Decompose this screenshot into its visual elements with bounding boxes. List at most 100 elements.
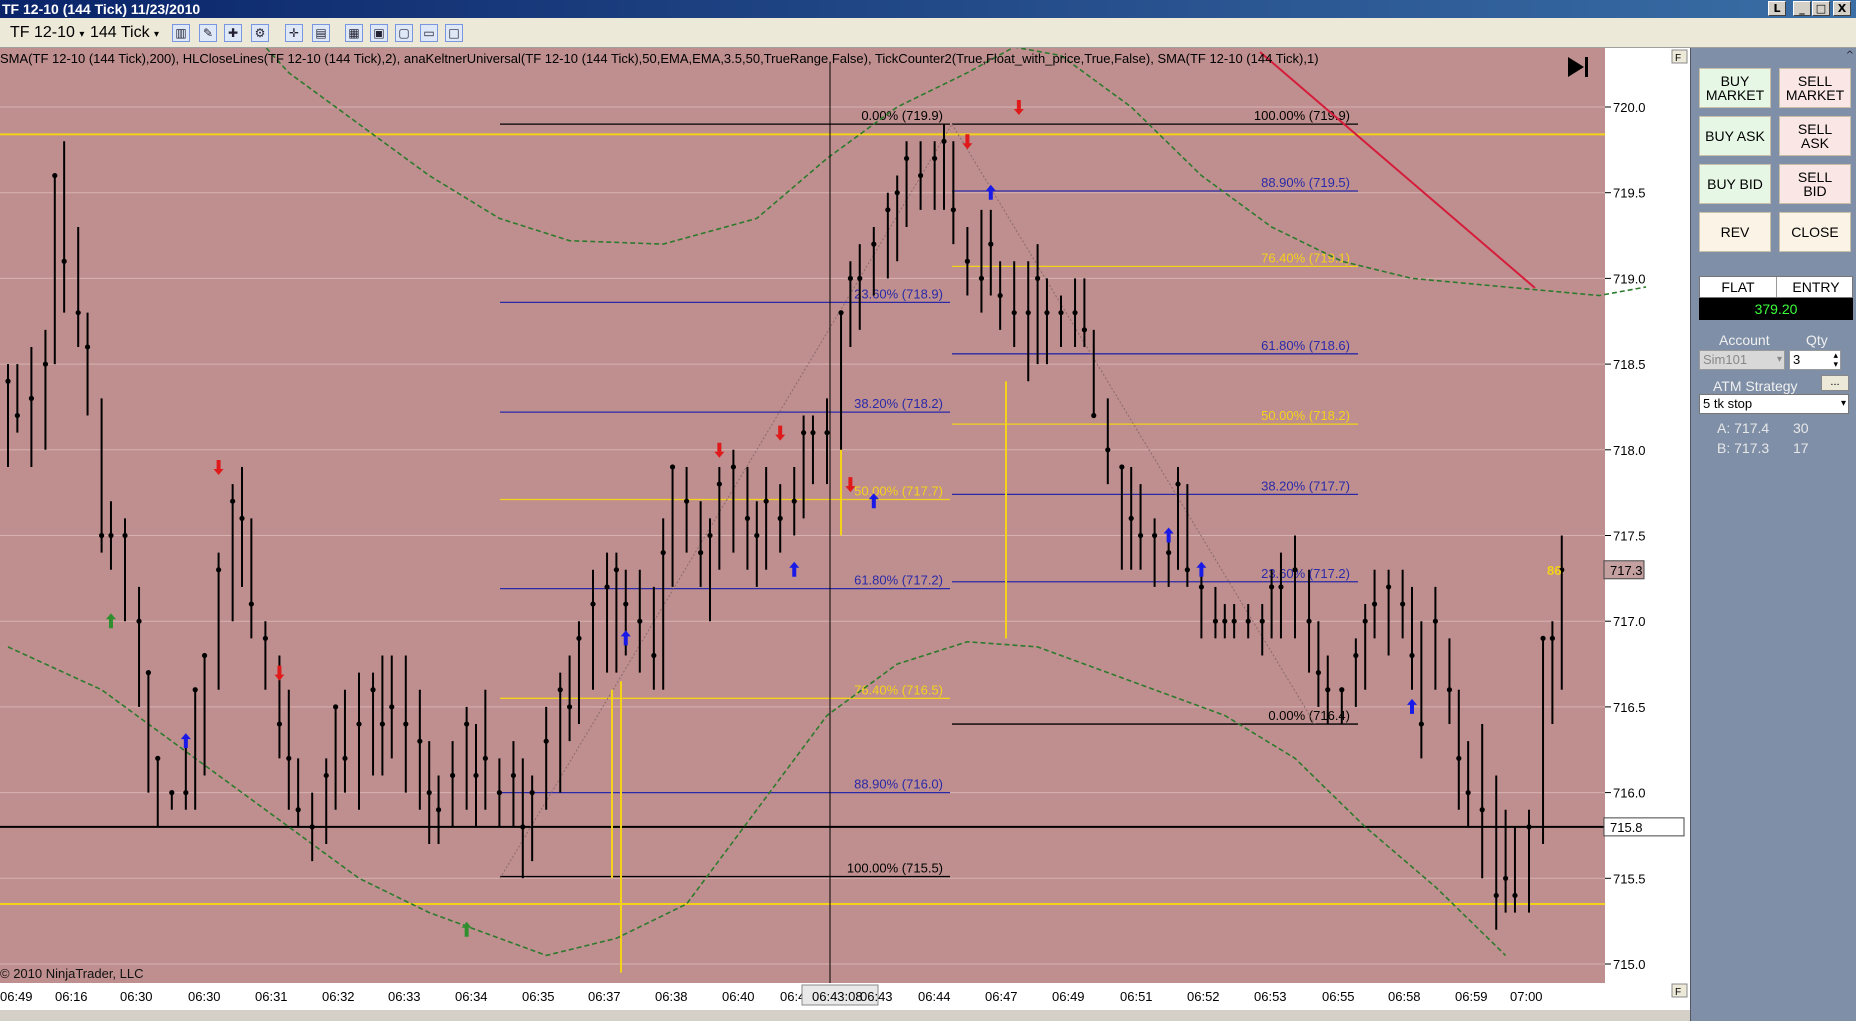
price-chart[interactable]: 0.00% (719.9) 23.60% (718.9) 38.20% (718.2…: [0, 48, 1856, 1021]
close-dot: [716, 481, 722, 487]
close-dot: [1526, 824, 1532, 830]
crosshair-icon[interactable]: ✛: [285, 24, 303, 42]
close-dot: [885, 207, 891, 213]
time-tick-label: 06:49: [0, 989, 33, 1004]
buy-bid-button[interactable]: BUY BID: [1699, 164, 1771, 204]
close-dot: [1400, 601, 1406, 607]
time-tick-label: 06:38: [655, 989, 688, 1004]
account-select[interactable]: Sim101 ▾: [1699, 350, 1785, 370]
close-window-button[interactable]: X: [1833, 1, 1851, 16]
close-dot: [894, 190, 900, 196]
close-dot: [342, 755, 348, 761]
link-icon[interactable]: L: [1768, 1, 1786, 16]
print-icon[interactable]: ▭: [420, 24, 438, 42]
close-dot: [777, 515, 783, 521]
ask-price: A: 717.4: [1717, 420, 1770, 436]
close-dot: [1503, 875, 1509, 881]
bid-price: B: 717.3: [1717, 440, 1770, 456]
minimize-button[interactable]: _: [1793, 1, 1811, 16]
interval-selector[interactable]: 144 Tick ▾: [90, 23, 159, 43]
close-dot: [1269, 584, 1275, 590]
draw-pencil-icon[interactable]: ✎: [199, 24, 217, 42]
buy-ask-button[interactable]: BUY ASK: [1699, 116, 1771, 156]
close-dot: [75, 310, 81, 316]
close-dot: [698, 550, 704, 556]
close-dot: [122, 532, 128, 539]
close-dot: [14, 412, 20, 419]
close-dot: [145, 670, 151, 676]
sell-bid-button[interactable]: SELL BID: [1779, 164, 1851, 204]
atm-options-button[interactable]: ...: [1821, 375, 1849, 391]
close-dot: [496, 790, 502, 796]
close-dot: [239, 515, 245, 521]
sell-market-button[interactable]: SELL MARKET: [1779, 68, 1851, 108]
close-dot: [286, 755, 292, 761]
time-tick-label: 06:33: [388, 989, 421, 1004]
close-dot: [435, 807, 442, 813]
close-dot: [99, 532, 105, 539]
close-dot: [1549, 635, 1555, 641]
close-button[interactable]: CLOSE: [1779, 212, 1851, 252]
screenshot-icon[interactable]: ▢: [395, 24, 413, 42]
time-tick-label: 06:34: [455, 989, 488, 1004]
data-box-icon[interactable]: ▤: [312, 24, 330, 42]
fib-level-label: 23.60% (718.9): [854, 286, 943, 301]
close-dot: [1025, 310, 1031, 316]
price-tick-label: 718.5: [1613, 357, 1646, 372]
account-label: Account: [1719, 332, 1770, 348]
strategy-icon[interactable]: ⚙: [251, 24, 269, 42]
indicator-icon[interactable]: ✚: [224, 24, 242, 42]
collapse-panel-icon[interactable]: ^: [1846, 50, 1854, 61]
atm-strategy-select[interactable]: 5 tk stop ▾: [1699, 394, 1849, 414]
close-dot: [847, 275, 854, 281]
close-dot: [669, 464, 676, 470]
close-dot: [988, 241, 994, 247]
maximize-button[interactable]: □: [1812, 1, 1830, 16]
sell-ask-button[interactable]: SELL ASK: [1779, 116, 1851, 156]
price-tick-label: 717.0: [1613, 614, 1646, 629]
bar-type-icon[interactable]: ▥: [172, 24, 190, 42]
close-dot: [1456, 755, 1462, 761]
close-dot: [1465, 790, 1471, 796]
time-tick-label: 06:53: [1254, 989, 1287, 1004]
instrument-selector[interactable]: TF 12-10 ▾: [10, 23, 84, 43]
close-dot: [309, 824, 315, 830]
chart-trader-panel: ^ BUY MARKET SELL MARKET BUY ASK SELL ASK BU…: [1690, 48, 1856, 1021]
close-dot: [136, 618, 142, 624]
fib-level-label: 38.20% (717.7): [1261, 478, 1350, 493]
close-dot: [590, 601, 596, 607]
window-icon[interactable]: □: [445, 24, 463, 42]
close-dot: [978, 275, 985, 281]
properties-icon[interactable]: ▣: [370, 24, 388, 42]
buy-market-button[interactable]: BUY MARKET: [1699, 68, 1771, 108]
price-marker-label: 715.8: [1610, 820, 1643, 835]
close-dot: [1058, 310, 1064, 316]
copyright-text: © 2010 NinjaTrader, LLC: [0, 966, 144, 981]
bid-size: 17: [1793, 440, 1809, 456]
chart-trader-icon[interactable]: ▦: [345, 24, 363, 42]
close-dot: [1315, 670, 1321, 676]
time-tick-label: 07:00: [1510, 989, 1543, 1004]
horizontal-scrollbar[interactable]: [0, 1010, 1690, 1021]
fib-level-label: 76.40% (716.5): [854, 682, 943, 697]
price-tick-label: 719.0: [1613, 271, 1646, 286]
close-dot: [707, 532, 713, 539]
qty-input[interactable]: 3 ▴ ▾: [1789, 350, 1841, 370]
fib-level-label: 61.80% (718.6): [1261, 338, 1350, 353]
close-dot: [997, 292, 1003, 299]
close-dot: [964, 258, 971, 264]
close-dot: [1409, 652, 1415, 659]
close-dot: [155, 755, 161, 761]
time-tick-label: 06:58: [1388, 989, 1421, 1004]
panel-toggle-top-icon: F: [1675, 53, 1681, 64]
time-tick-label: 06:51: [1120, 989, 1153, 1004]
close-dot: [1259, 618, 1265, 624]
close-dot: [557, 687, 563, 693]
rev-button[interactable]: REV: [1699, 212, 1771, 252]
fib-level-label: 0.00% (719.9): [861, 108, 943, 123]
close-dot: [1152, 532, 1158, 539]
close-dot: [1418, 721, 1424, 727]
time-tick-label: 06:49: [1052, 989, 1085, 1004]
close-dot: [426, 790, 432, 796]
close-dot: [791, 498, 797, 504]
